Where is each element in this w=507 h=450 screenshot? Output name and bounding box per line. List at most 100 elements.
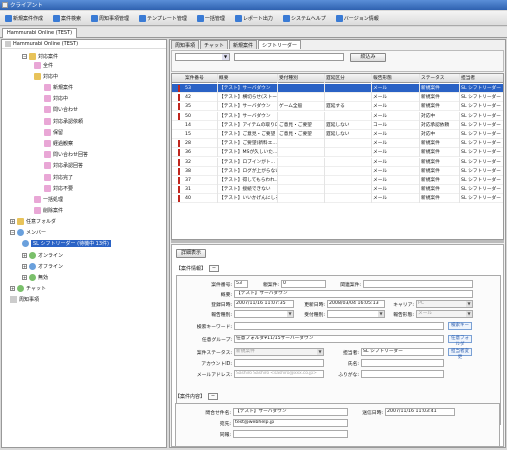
cc-field[interactable] [233, 430, 348, 438]
group-button[interactable]: 任意フォルダ [448, 335, 472, 347]
inquiry-name-field[interactable]: 【テスト】サーバダウン [233, 408, 348, 416]
table-row[interactable]: 14 【テスト】アイテムの取りロ... ご意見・ご要望 遅延しない コール 対応承認依頼 S… [172, 120, 503, 130]
tab-0[interactable]: 周知事項 [171, 40, 200, 49]
collapse-case-content-button[interactable]: − [208, 393, 219, 400]
toolbar-button-6[interactable]: システムヘルプ [280, 13, 329, 24]
toolbar-icon [196, 14, 204, 22]
report-type-select[interactable]: ▼ [234, 310, 294, 318]
tree-item[interactable]: + オンライン [22, 251, 63, 259]
splitter[interactable] [171, 240, 504, 243]
report-type-label: 報告種別: [211, 313, 232, 318]
tree-item[interactable]: 削除案件 [34, 207, 63, 215]
keyword-field[interactable] [234, 322, 444, 330]
toolbar-button-2[interactable]: 周知事項管理 [88, 13, 132, 24]
table-row[interactable]: 35 【テスト】サーバダウン ゲーム全般 遅延する メール 新規案件 SL シフトリーダー [172, 102, 503, 112]
tree-item[interactable]: 対応不要 [44, 184, 73, 192]
tab-3[interactable]: シフトリーダー [257, 40, 301, 49]
tree-item[interactable]: 対応承認回答 [44, 162, 83, 170]
carrier-select[interactable]: PC ▼ [416, 300, 473, 308]
tree-item[interactable]: 一括処理 [34, 195, 63, 203]
registered-field[interactable]: 2007/11/16 11:07:35 [234, 300, 294, 308]
toolbar-button-1[interactable]: 案件検索 [50, 13, 84, 24]
expand-toggle-icon[interactable]: − [10, 230, 15, 236]
tree-item[interactable]: − メンバー [10, 229, 46, 237]
tree-item[interactable]: 全件 [34, 61, 53, 69]
tree-item[interactable]: + 任意フォルダ [10, 218, 56, 226]
app-tab[interactable]: Hammurabi Online (TEST) [2, 28, 78, 38]
column-header[interactable]: 報告形態 [372, 74, 420, 83]
detail-show-button[interactable]: 詳細表示 [176, 249, 206, 258]
toolbar-button-4[interactable]: 一括管理 [194, 13, 228, 24]
expand-toggle-icon[interactable]: + [22, 263, 27, 269]
tree-item[interactable]: 経過観察 [44, 139, 73, 147]
table-row[interactable]: 50 【テスト】サーバダウン メール 対応中 SL シフトリーダー [172, 111, 503, 121]
report-form-select[interactable]: メール ▼ [416, 310, 473, 318]
parent-field[interactable]: 0 [281, 280, 326, 288]
toolbar-button-3[interactable]: テンプレート管理 [136, 13, 190, 24]
toolbar-button-5[interactable]: レポート出力 [232, 13, 276, 24]
receipt-type-select[interactable]: ▼ [327, 310, 385, 318]
tree-item[interactable]: + 無効 [22, 273, 48, 281]
tree-item[interactable]: 対応完了 [44, 173, 73, 181]
expand-toggle-icon[interactable]: + [22, 274, 27, 280]
toolbar-button-7[interactable]: バージョン情報 [333, 13, 382, 24]
tree-item[interactable]: 周知事項 [10, 296, 39, 304]
table-row[interactable]: 42 【テスト】横切らせ(ストー... メール 新規案件 SL シフトリーダー [172, 93, 503, 103]
group-field[interactable]: 任意フォルダ¥11/15サーバーダウン [234, 335, 444, 343]
tree-item[interactable]: 対応中 [34, 72, 58, 80]
column-header[interactable]: ステータス [420, 74, 460, 83]
tab-1[interactable]: チャット [200, 40, 228, 49]
table-cell [325, 176, 372, 185]
table-row[interactable]: 40 【テスト】いいかげんにしろ... メール 新規案件 SL シフトリーダー [172, 194, 503, 204]
tree-item[interactable]: 対応承認依頼 [44, 117, 83, 125]
tree-item[interactable]: 問い合わせ回答 [44, 151, 88, 159]
expand-toggle-icon[interactable]: + [10, 219, 15, 225]
tree-item[interactable]: + チャット [10, 285, 46, 293]
filter-input[interactable] [234, 53, 344, 61]
chevron-down-icon: ▼ [317, 349, 323, 355]
to-field[interactable]: test@webhelp.jp [233, 419, 348, 427]
table-row[interactable]: 15 【テスト】ご意見・ご要望 ご意見・ご要望 遅延しない メール 対応中 SL シフトリー… [172, 130, 503, 139]
name-field[interactable] [361, 359, 444, 367]
tree-item[interactable]: 新規案件 [44, 83, 73, 91]
expand-toggle-icon[interactable]: − [22, 53, 27, 59]
table-row[interactable]: 53 【テスト】サーバダウン メール 新規案件 SL シフトリーダー [172, 84, 503, 93]
mail-field[interactable]: Sashiro Sashiro <sashiro@xxx.co.jp> [234, 370, 324, 378]
owner-change-button[interactable]: 担当者変更 [448, 348, 472, 360]
tree-root[interactable]: Hammurabi Online (TEST) [2, 40, 166, 49]
tree-item[interactable]: − 対応案件 [22, 52, 58, 60]
table-row[interactable]: 37 【テスト】得してもらわれ... メール 新規案件 SL シフトリーダー [172, 176, 503, 185]
column-header[interactable]: 受付種別 [278, 74, 325, 83]
expand-toggle-icon[interactable]: + [10, 286, 15, 292]
owner-field[interactable]: SL シフトリーダー [361, 348, 444, 356]
table-row[interactable]: 31 【テスト】接続できない メール 新規案件 SL シフトリーダー [172, 185, 503, 195]
account-field[interactable] [234, 359, 324, 367]
column-header[interactable]: 概要 [218, 74, 278, 83]
column-header[interactable]: 案件番号 [184, 74, 218, 83]
tab-2[interactable]: 新規案件 [228, 40, 257, 49]
table-row[interactable]: 32 【テスト】ロブインがト... メール 新規案件 SL シフトリーダー [172, 157, 503, 167]
table-row[interactable]: 28 【テスト】ご要望(新料エ... メール 新規案件 SL シフトリーダー [172, 139, 503, 149]
tree-item[interactable]: SL シフトリーダー (待機中 13件) [22, 240, 111, 248]
column-header[interactable]: 遅延区分 [325, 74, 372, 83]
expand-toggle-icon[interactable]: + [22, 252, 27, 258]
narrow-button[interactable]: 絞込み [350, 53, 386, 62]
filter-select[interactable]: ▼ [175, 53, 230, 61]
tree-item[interactable]: 問い合わせ [44, 106, 78, 114]
status-select[interactable]: 新規案件 ▼ [234, 348, 324, 356]
updated-field[interactable]: 2008/03/04 16:05:13 [327, 300, 385, 308]
column-header[interactable]: 担当者 [460, 74, 503, 83]
kana-field[interactable] [361, 370, 444, 378]
summary-field[interactable]: 【テスト】サーバダウン [234, 290, 473, 298]
collapse-case-info-button[interactable]: − [209, 265, 220, 272]
sent-field[interactable]: 2007/11/16 11:03:41 [385, 408, 455, 416]
table-row[interactable]: 36 【テスト】MSが久しいた... メール 新規案件 SL シフトリーダー [172, 148, 503, 158]
tree-item[interactable]: 保留 [44, 128, 63, 136]
tree-item[interactable]: + オフライン [22, 262, 63, 270]
related-field[interactable] [363, 280, 473, 288]
toolbar-button-0[interactable]: 新規案件作成 [2, 13, 46, 24]
case-no-field[interactable]: 53 [234, 280, 248, 288]
tree-item[interactable]: 対応中 [44, 95, 68, 103]
keyword-button[interactable]: 検索キー [448, 322, 472, 330]
table-row[interactable]: 38 【テスト】ログが上がらない メール 新規案件 SL シフトリーダー [172, 166, 503, 176]
